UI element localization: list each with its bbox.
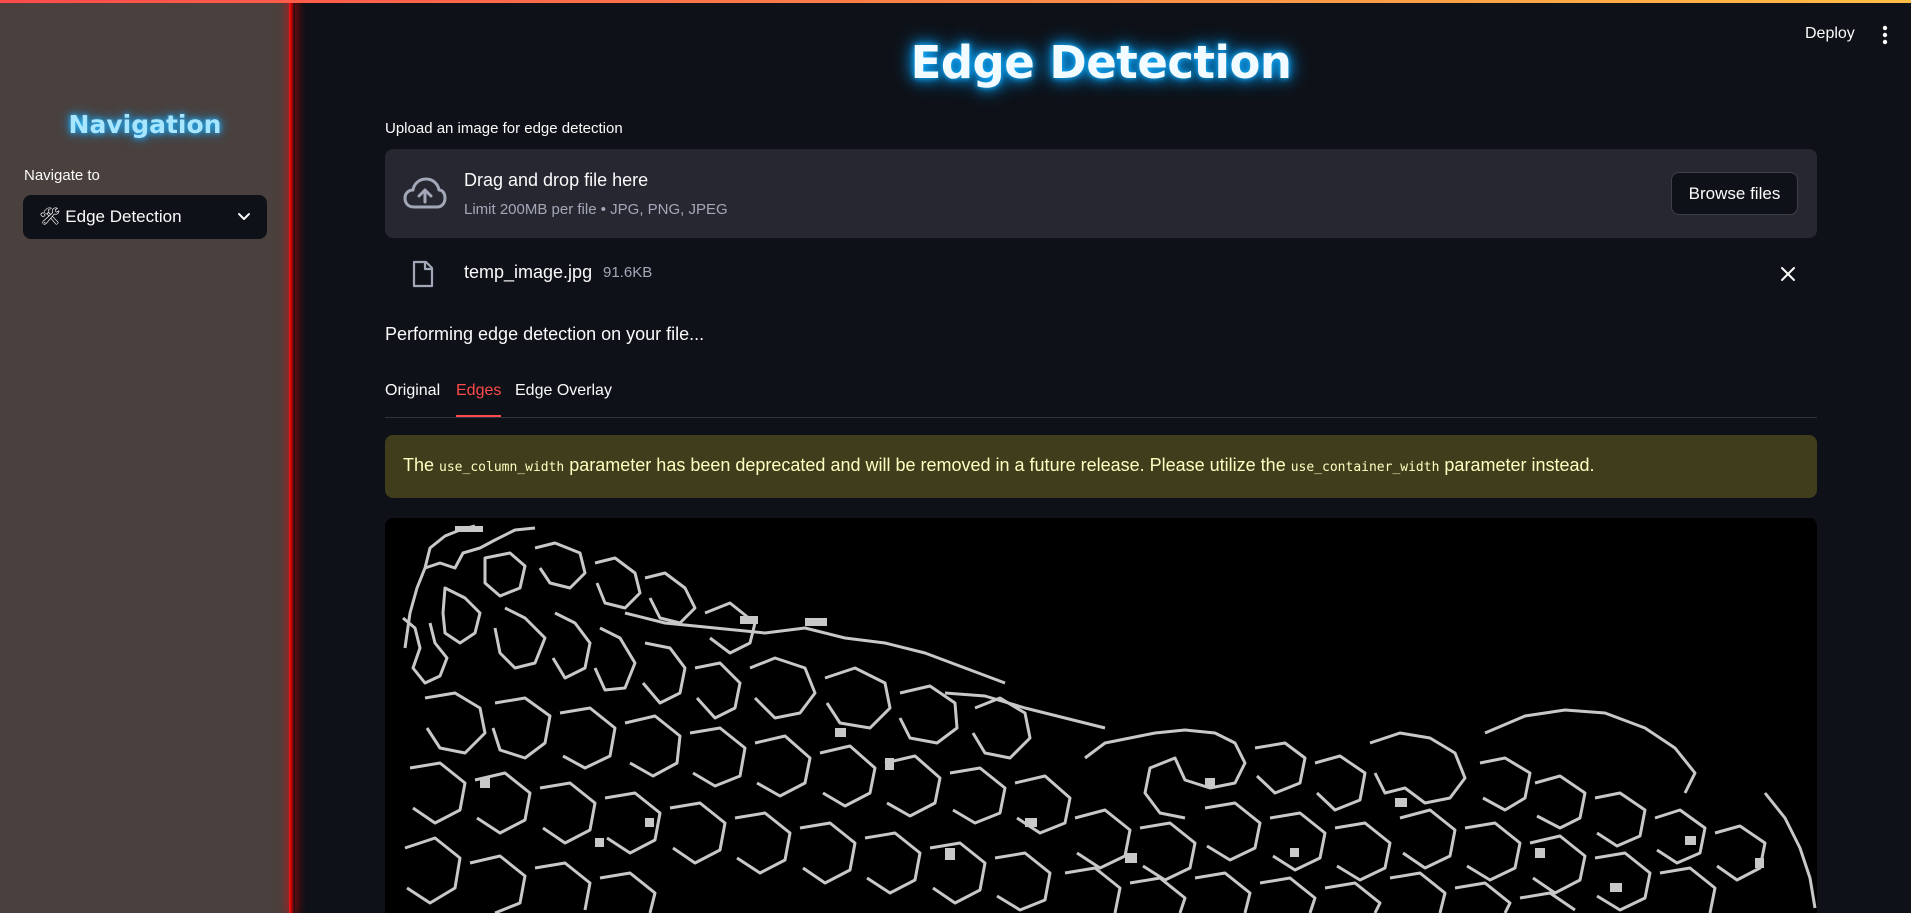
edge-map-image [385, 518, 1817, 913]
tab-edge-overlay[interactable]: Edge Overlay [515, 382, 612, 415]
file-size: 91.6KB [603, 264, 653, 281]
dropzone-limits: Limit 200MB per file • JPG, PNG, JPEG [464, 201, 728, 218]
tab-original[interactable]: Original [385, 382, 440, 415]
browse-files-button[interactable]: Browse files [1671, 172, 1798, 215]
tab-edges[interactable]: Edges [456, 382, 502, 417]
close-icon[interactable] [1780, 266, 1796, 282]
sidebar-title: Navigation [68, 110, 222, 139]
status-message: Performing edge detection on your file..… [385, 324, 705, 344]
app: Navigation Navigate to 🛠 Edge Detection … [0, 0, 1911, 913]
cloud-upload-icon [403, 177, 447, 209]
more-menu-icon[interactable] [1878, 24, 1892, 46]
navigation-select[interactable]: 🛠 Edge Detection [23, 195, 267, 239]
dropzone-title: Drag and drop file here [464, 170, 649, 190]
upload-label: Upload an image for edge detection [385, 120, 623, 137]
warning-code-1: use_column_width [439, 460, 565, 475]
top-decoration-bar [0, 0, 1911, 3]
result-tabs: Original Edges Edge Overlay [385, 380, 1817, 418]
warning-text-2: parameter has been deprecated and will b… [564, 455, 1291, 475]
warning-code-2: use_container_width [1290, 460, 1440, 475]
warning-text-3: parameter instead. [1439, 455, 1595, 475]
chevron-down-icon [238, 213, 250, 220]
sidebar: Navigation Navigate to 🛠 Edge Detection [0, 0, 290, 913]
page-title: Edge Detection [910, 36, 1292, 89]
warning-text-1: The [403, 455, 440, 475]
sidebar-edge-glow [289, 0, 295, 913]
file-dropzone[interactable]: Drag and drop file here Limit 200MB per … [385, 149, 1817, 238]
file-icon [412, 260, 434, 288]
file-name: temp_image.jpg [464, 262, 593, 282]
deprecation-warning: The use_column_width parameter has been … [385, 435, 1817, 498]
uploaded-file-row: temp_image.jpg 91.6KB [385, 258, 1817, 292]
navigation-select-value: 🛠 Edge Detection [39, 207, 182, 226]
edges-result-image [385, 518, 1817, 913]
navigate-to-label: Navigate to [24, 167, 100, 184]
